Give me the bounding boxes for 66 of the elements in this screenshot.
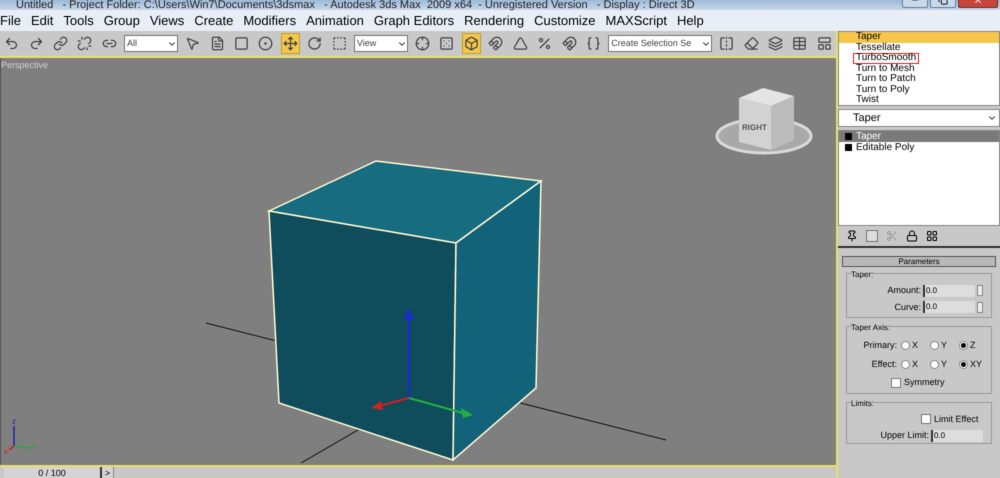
dropdown[interactable]: View (354, 35, 408, 52)
list-item[interactable]: Taper (839, 32, 999, 42)
group-label: Limits: (851, 398, 874, 410)
group-label: Taper: (851, 269, 874, 281)
time-slider-thumb[interactable]: 0 / 100 (4, 467, 102, 478)
stack-item[interactable]: Taper (839, 131, 999, 142)
list-item[interactable]: Turn to Poly (839, 84, 999, 95)
radio-button[interactable] (930, 341, 939, 350)
radio-label: X (912, 358, 918, 370)
axis-label: z (12, 417, 16, 426)
radio-group-label: Effect: (870, 358, 897, 370)
rollout-header[interactable]: Parameters (842, 256, 996, 267)
radio-button[interactable] (959, 360, 968, 369)
checkbox[interactable] (891, 378, 901, 388)
menu-item[interactable]: Help (676, 10, 704, 30)
radio-label: Y (941, 358, 948, 370)
field-label: Curve: (894, 300, 921, 314)
radio-label: Z (970, 339, 976, 352)
radio-label: XY (970, 358, 982, 370)
move-icon[interactable] (280, 33, 300, 54)
radio-button[interactable] (959, 341, 968, 350)
viewport[interactable]: Perspective z x y RIGHT (0, 58, 836, 465)
modifier-dropdown[interactable]: Taper (838, 109, 1000, 127)
menu-item[interactable]: Graph Editors (374, 10, 454, 30)
stack-item[interactable]: Editable Poly (839, 142, 999, 153)
menu-item[interactable]: Animation (306, 10, 364, 30)
viewcube-label: RIGHT (742, 123, 767, 132)
menu-item[interactable]: Rendering (464, 10, 524, 30)
menu-item[interactable]: Tools (63, 10, 94, 30)
checkbox[interactable] (921, 414, 931, 424)
menu-item[interactable]: Edit (30, 10, 54, 30)
checkbox-label: Symmetry (904, 376, 944, 389)
radio-button[interactable] (930, 360, 939, 369)
dropdown[interactable]: Create Selection Se (608, 35, 712, 52)
number-field[interactable]: 0.0 (923, 284, 975, 297)
axis-label: x (4, 447, 8, 456)
list-item[interactable]: Twist (839, 95, 999, 105)
list-item[interactable]: Tessellate (839, 42, 999, 53)
axis-tripod-icon (8, 426, 32, 451)
menu-item[interactable]: Group (104, 10, 140, 30)
menu-item[interactable]: Modifiers (243, 10, 296, 30)
number-field[interactable]: 0.0 (923, 301, 975, 314)
transform-gizmo-icon (371, 308, 473, 418)
field-label: Upper Limit: (880, 429, 929, 442)
menu-item[interactable]: Customize (534, 10, 596, 30)
menu-item[interactable]: MAXScript (606, 10, 667, 30)
list-item[interactable]: Turn to Mesh (839, 64, 999, 74)
axis-label: y (32, 440, 36, 449)
radio-group-label: Primary: (862, 339, 897, 352)
pin-icon[interactable] (846, 230, 858, 242)
menu-item[interactable]: Views (150, 10, 184, 30)
number-field[interactable]: 0.0 (931, 430, 983, 442)
menu-item[interactable]: Create (194, 10, 234, 30)
list-item[interactable]: Turn to Patch (839, 74, 999, 84)
menu-item[interactable]: File (0, 10, 21, 30)
window-title: Untitled - Project Folder: C:\Users\Win7\Documents\3dsmax - Autodesk 3ds Max 2009 x64 - Unregistered Version - Display : Direct 3D (16, 0, 695, 11)
list-item[interactable]: TurboSmooth (839, 53, 999, 64)
group-label: Taper Axis: (851, 322, 890, 334)
field-label: Amount: (887, 284, 921, 297)
next-frame-button[interactable]: > (102, 467, 114, 478)
radio-label: X (912, 339, 918, 352)
radio-button[interactable] (901, 360, 910, 369)
dropdown[interactable]: All (124, 35, 178, 52)
radio-button[interactable] (901, 341, 910, 350)
checkbox-label: Limit Effect (934, 412, 978, 426)
radio-label: Y (941, 339, 948, 352)
